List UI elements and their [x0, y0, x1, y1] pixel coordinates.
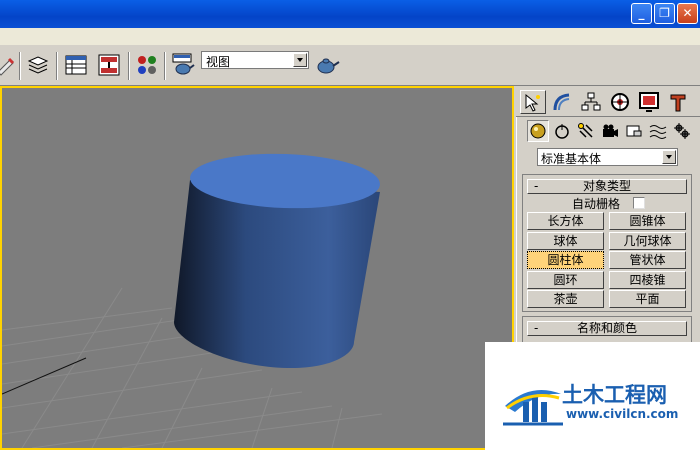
chevron-down-icon[interactable] [662, 150, 676, 164]
modify-tab-icon[interactable] [549, 90, 575, 114]
hierarchy-tab-icon[interactable] [578, 90, 604, 114]
menu-bar [0, 28, 700, 46]
restore-button[interactable]: ❐ [654, 3, 675, 24]
teapot-button[interactable]: 茶壶 [527, 290, 604, 308]
watermark-url: www.civilcn.com [566, 407, 679, 421]
object-type-rollout-header[interactable]: - 对象类型 [527, 179, 687, 194]
lights-icon[interactable] [575, 120, 597, 142]
watermark: 土木工程网 www.civilcn.com [485, 342, 700, 450]
perspective-viewport[interactable] [0, 86, 514, 450]
cone-button[interactable]: 圆锥体 [609, 212, 686, 230]
cylinder-button[interactable]: 圆柱体 [527, 251, 604, 269]
spacewarps-icon[interactable] [647, 120, 669, 142]
object-category-dropdown[interactable]: 标准基本体 [537, 148, 678, 166]
helpers-icon[interactable] [623, 120, 645, 142]
paint-icon[interactable] [0, 52, 18, 78]
toolbar-separator [128, 52, 130, 80]
cylinder-side [174, 180, 380, 368]
utilities-tab-icon[interactable] [665, 90, 691, 114]
watermark-title: 土木工程网 [562, 383, 667, 407]
display-tab-icon[interactable] [636, 90, 662, 114]
minimize-button[interactable]: _ [631, 3, 652, 24]
table-icon[interactable] [63, 52, 89, 78]
box-button[interactable]: 长方体 [527, 212, 604, 230]
curve-editor-icon[interactable] [96, 52, 122, 78]
torus-button[interactable]: 圆环 [527, 271, 604, 289]
viewport-scene [2, 153, 383, 448]
toolbar-separator [19, 52, 21, 80]
geosphere-button[interactable]: 几何球体 [609, 232, 686, 250]
quick-render-teapot-icon[interactable] [314, 52, 340, 78]
object-category-value: 标准基本体 [541, 152, 602, 166]
layers-icon[interactable] [25, 52, 51, 78]
view-dropdown-value: 视图 [206, 55, 231, 69]
motion-tab-icon[interactable] [607, 90, 633, 114]
autogrid-checkbox[interactable] [633, 197, 645, 209]
geometry-icon[interactable] [527, 120, 549, 142]
civilcn-logo-icon [503, 390, 563, 426]
close-button[interactable]: ✕ [677, 3, 698, 24]
rollout-title: 名称和颜色 [576, 321, 637, 335]
cameras-icon[interactable] [599, 120, 621, 142]
name-color-rollout-header[interactable]: - 名称和颜色 [527, 321, 687, 336]
material-spheres-icon[interactable] [134, 52, 160, 78]
pyramid-button[interactable]: 四棱锥 [609, 271, 686, 289]
chevron-down-icon[interactable] [293, 53, 307, 67]
toolbar-separator [56, 52, 58, 80]
autogrid-label: 自动栅格 [572, 197, 621, 211]
tube-button[interactable]: 管状体 [609, 251, 686, 269]
rollout-title: 对象类型 [582, 179, 631, 193]
shapes-icon[interactable] [551, 120, 573, 142]
create-tab-icon[interactable] [520, 90, 546, 114]
view-dropdown[interactable]: 视图 [201, 51, 309, 69]
toolbar-separator [164, 52, 166, 80]
systems-icon[interactable] [671, 120, 693, 142]
render-setup-teapot-icon[interactable] [170, 52, 196, 78]
title-bar [0, 0, 700, 28]
axis-line [2, 357, 87, 395]
sphere-button[interactable]: 球体 [527, 232, 604, 250]
plane-button[interactable]: 平面 [609, 290, 686, 308]
